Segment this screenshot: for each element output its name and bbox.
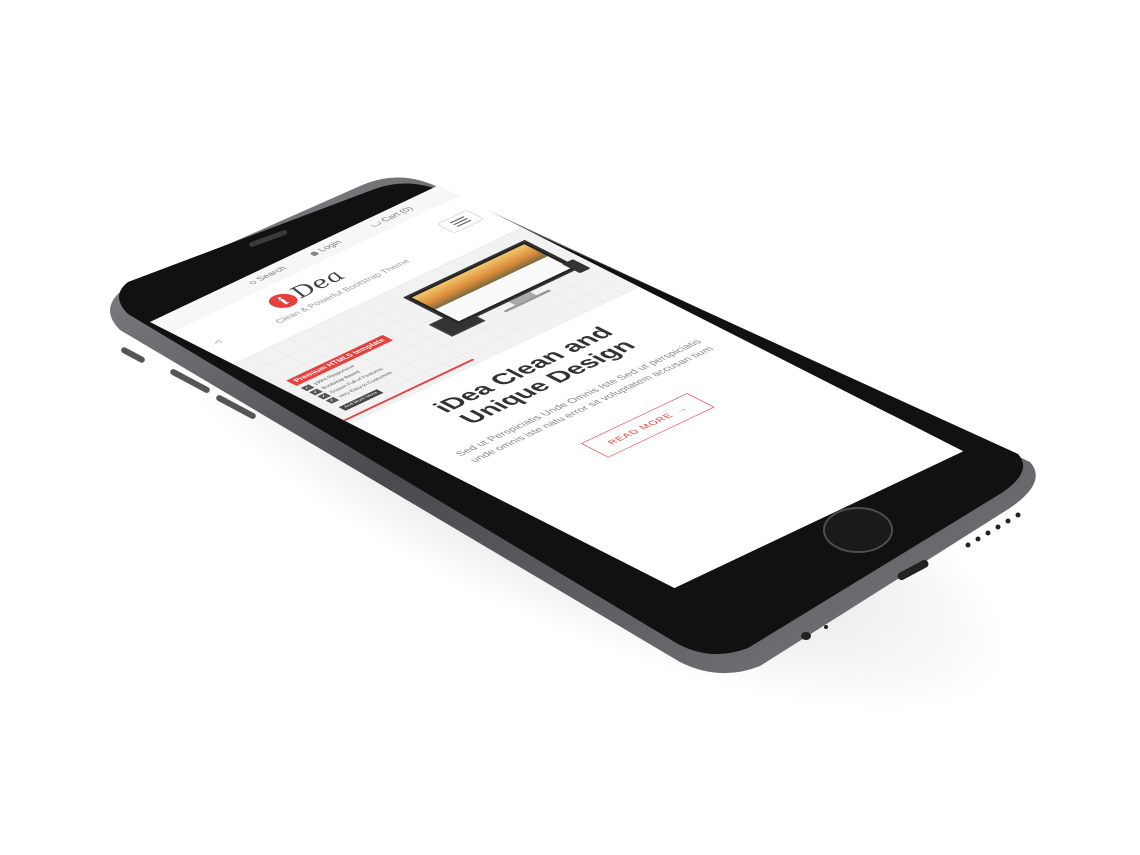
read-more-label: READ MORE bbox=[604, 411, 677, 446]
share-icon[interactable]: ⊲ bbox=[209, 338, 226, 347]
scene: Search Login Cart (0) ⊲ i Dea Clean & Po… bbox=[0, 0, 1140, 855]
mute-switch bbox=[121, 347, 145, 363]
headphone-jack bbox=[801, 632, 811, 640]
hamburger-menu-button[interactable] bbox=[436, 209, 485, 234]
home-button bbox=[823, 507, 893, 553]
arrow-right-icon: → bbox=[671, 404, 691, 415]
microphone-hole bbox=[824, 625, 828, 629]
user-icon bbox=[308, 250, 320, 257]
search-icon bbox=[248, 280, 258, 285]
cart-icon bbox=[370, 221, 383, 228]
